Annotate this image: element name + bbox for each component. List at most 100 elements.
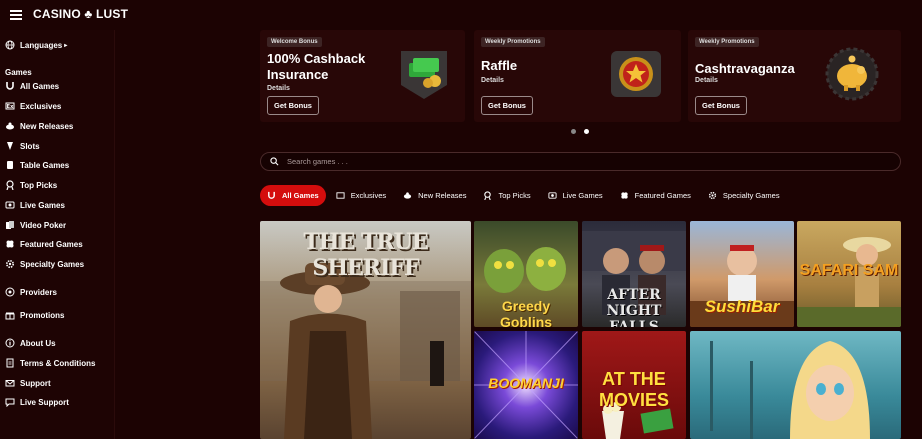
sidebar-item-slots[interactable]: Slots xyxy=(5,138,40,154)
sidebar-item-live-games[interactable]: Live Games xyxy=(5,197,65,213)
sidebar-item-label: Support xyxy=(20,378,51,388)
menu-icon[interactable] xyxy=(10,10,22,20)
game-tile-safari-sam[interactable]: SAFARI SAM xyxy=(797,221,901,327)
sidebar-item-exclusives[interactable]: Ex Exclusives xyxy=(5,98,61,114)
carousel-dot-2[interactable] xyxy=(584,129,589,134)
game-tile-mermaid[interactable] xyxy=(690,331,901,439)
clover-icon xyxy=(5,239,15,249)
tab-label: Live Games xyxy=(562,191,603,200)
promo-title: 100% Cashback Insurance xyxy=(267,51,366,82)
trophy-icon xyxy=(5,180,15,190)
tab-label: Exclusives xyxy=(350,191,387,200)
game-tile-sushi-bar[interactable]: SushiBar xyxy=(690,221,794,327)
new-icon xyxy=(403,191,412,200)
languages-menu[interactable]: Languages ▸ xyxy=(5,37,67,53)
sidebar-item-top-picks[interactable]: Top Picks xyxy=(5,177,57,193)
slot-icon xyxy=(5,141,15,151)
new-icon xyxy=(5,121,15,131)
tab-label: Featured Games xyxy=(634,191,691,200)
exclusive-icon: Ex xyxy=(5,101,15,111)
promo-card-welcome[interactable]: Welcome Bonus 100% Cashback Insurance De… xyxy=(260,30,465,122)
providers-icon xyxy=(5,287,15,297)
promo-card-raffle[interactable]: Weekly Promotions Raffle Details Get Bon… xyxy=(474,30,681,122)
game-title: THE TRUE SHERIFF xyxy=(303,229,428,281)
poker-icon xyxy=(5,220,15,230)
info-icon xyxy=(5,338,15,348)
chat-icon xyxy=(5,397,15,407)
sidebar: Languages ▸ Games All Games Ex Exclusives… xyxy=(0,30,115,439)
search-bar xyxy=(260,152,901,171)
promo-details-link[interactable]: Details xyxy=(481,77,504,84)
tab-all-games[interactable]: All Games xyxy=(260,185,326,206)
star-medal-icon xyxy=(607,45,665,108)
game-title: AT THE MOVIES xyxy=(598,369,669,410)
get-bonus-button[interactable]: Get Bonus xyxy=(481,96,533,115)
tab-specialty-games[interactable]: Specialty Games xyxy=(701,185,787,206)
sidebar-item-label: About Us xyxy=(20,338,56,348)
tab-label: Specialty Games xyxy=(722,191,780,200)
gear-icon xyxy=(708,191,717,200)
promo-details-link[interactable]: Details xyxy=(695,77,718,84)
promo-title: Cashtravaganza xyxy=(695,61,795,76)
promo-tag: Weekly Promotions xyxy=(695,37,759,47)
sidebar-item-label: Featured Games xyxy=(20,239,83,249)
sidebar-item-providers[interactable]: Providers xyxy=(5,284,57,300)
sidebar-item-label: Providers xyxy=(20,287,57,297)
promo-tag: Welcome Bonus xyxy=(267,37,322,47)
search-icon xyxy=(270,157,279,166)
tab-exclusives[interactable]: Exclusives xyxy=(329,185,393,206)
game-tile-after-night-falls[interactable]: AFTER NIGHT FALLS xyxy=(582,221,686,327)
game-tile-boomanji[interactable]: BOOMANJI xyxy=(474,331,578,439)
site-logo[interactable]: CASINO ♣ LUST xyxy=(33,7,128,21)
promo-card-cashtravaganza[interactable]: Weekly Promotions Cashtravaganza Details… xyxy=(688,30,901,122)
game-tile-greedy-goblins[interactable]: Greedy Goblins xyxy=(474,221,578,327)
languages-label: Languages xyxy=(20,40,63,50)
live-icon xyxy=(5,200,15,210)
tab-top-picks[interactable]: Top Picks xyxy=(476,185,537,206)
sidebar-item-label: All Games xyxy=(20,81,60,91)
exclusive-icon xyxy=(336,191,345,200)
get-bonus-button[interactable]: Get Bonus xyxy=(695,96,747,115)
gear-icon xyxy=(5,259,15,269)
trophy-icon xyxy=(483,191,492,200)
game-title: SAFARI SAM xyxy=(799,262,899,279)
promo-details-link[interactable]: Details xyxy=(267,85,290,92)
tab-new-releases[interactable]: New Releases xyxy=(396,185,473,206)
sidebar-item-about-us[interactable]: About Us xyxy=(5,335,56,351)
sidebar-item-promotions[interactable]: Promotions xyxy=(5,307,64,323)
category-tabs: All Games Exclusives New Releases Top Pi… xyxy=(260,183,790,208)
tab-label: All Games xyxy=(282,191,319,200)
piggy-bank-icon xyxy=(823,45,881,108)
document-icon xyxy=(5,358,15,368)
sidebar-item-label: Specialty Games xyxy=(20,259,85,269)
sidebar-item-live-support[interactable]: Live Support xyxy=(5,394,69,410)
svg-text:Ex: Ex xyxy=(7,104,14,110)
sidebar-item-video-poker[interactable]: Video Poker xyxy=(5,217,66,233)
game-title: Greedy Goblins xyxy=(499,298,553,327)
search-input[interactable] xyxy=(287,157,867,166)
sidebar-item-new-releases[interactable]: New Releases xyxy=(5,118,73,134)
sidebar-item-featured-games[interactable]: Featured Games xyxy=(5,236,83,252)
tab-live-games[interactable]: Live Games xyxy=(541,185,610,206)
game-tile-at-the-movies[interactable]: AT THE MOVIES xyxy=(582,331,686,439)
sidebar-item-terms[interactable]: Terms & Conditions xyxy=(5,355,95,371)
tab-featured-games[interactable]: Featured Games xyxy=(613,185,698,206)
sidebar-item-label: Live Games xyxy=(20,200,65,210)
games-heading: Games xyxy=(5,68,32,77)
get-bonus-button[interactable]: Get Bonus xyxy=(267,96,319,115)
game-tile-true-sheriff[interactable]: THE TRUE SHERIFF xyxy=(260,221,471,439)
sidebar-item-label: New Releases xyxy=(20,121,74,131)
sidebar-item-support[interactable]: Support xyxy=(5,375,51,391)
clover-icon xyxy=(620,191,629,200)
sidebar-item-label: Live Support xyxy=(20,397,69,407)
sidebar-item-label: Slots xyxy=(20,141,40,151)
sidebar-item-all-games[interactable]: All Games xyxy=(5,78,59,94)
sidebar-item-specialty-games[interactable]: Specialty Games xyxy=(5,256,84,272)
chevron-right-icon: ▸ xyxy=(64,42,68,49)
promo-title: Raffle xyxy=(481,58,518,73)
carousel-dot-1[interactable] xyxy=(571,129,576,134)
tab-label: Top Picks xyxy=(498,191,531,200)
horseshoe-icon xyxy=(267,191,276,200)
mermaid-artwork xyxy=(710,341,870,439)
sidebar-item-table-games[interactable]: Table Games xyxy=(5,157,69,173)
